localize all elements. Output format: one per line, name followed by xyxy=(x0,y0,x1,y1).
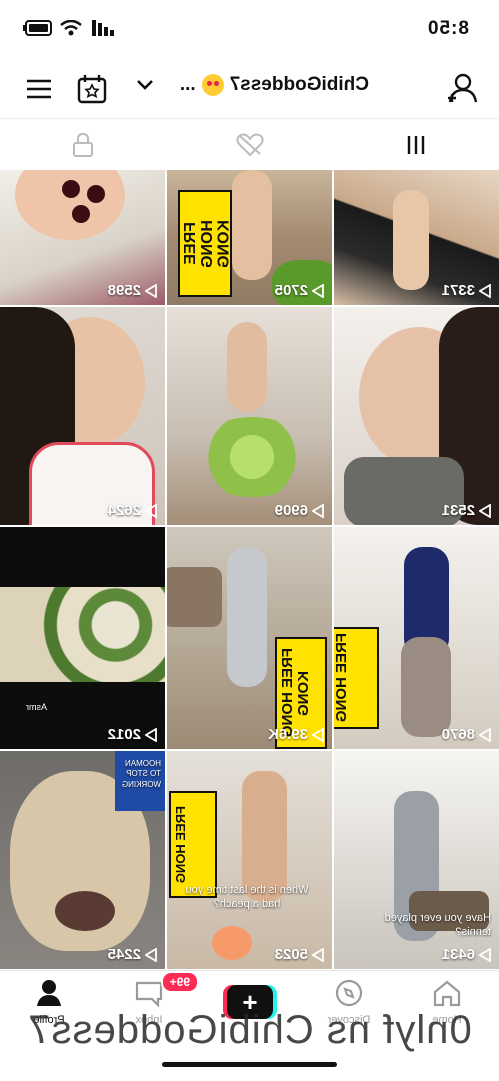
caption-tennis: Have you ever played tennis? xyxy=(384,912,491,939)
heart-icon xyxy=(236,133,264,157)
wifi-icon xyxy=(60,20,82,36)
lock-icon xyxy=(73,132,93,157)
play-icon xyxy=(145,947,157,962)
play-icon xyxy=(479,947,491,962)
play-icon xyxy=(479,283,491,298)
status-icons xyxy=(22,20,114,36)
home-icon xyxy=(433,980,461,1007)
view-count: 2245 xyxy=(108,946,157,963)
status-bar: 8:50 xyxy=(0,0,499,60)
view-count: 2598 xyxy=(108,282,157,299)
video-thumb[interactable]: FREE HONG 8670 xyxy=(334,527,499,749)
video-thumb[interactable]: Asmr 2012 xyxy=(0,527,165,749)
username-ellipsis: ... xyxy=(179,74,196,95)
view-count: 2705 xyxy=(275,282,324,299)
video-thumb[interactable]: 6909 xyxy=(167,307,332,525)
play-icon xyxy=(312,283,324,298)
play-icon xyxy=(312,503,324,518)
inbox-badge: 99+ xyxy=(160,971,199,993)
caption-asmr: Asmr xyxy=(26,702,47,712)
grid-icon xyxy=(407,136,425,154)
tab-liked[interactable] xyxy=(167,119,333,171)
profile-icon xyxy=(37,980,61,1006)
compass-icon xyxy=(335,979,363,1007)
play-icon xyxy=(479,503,491,518)
username-dropdown[interactable]: ChibiGoddess7 ... xyxy=(180,74,369,96)
play-icon xyxy=(145,283,157,298)
protest-sign: FREE HONG xyxy=(334,627,379,729)
menu-icon[interactable] xyxy=(25,78,53,105)
video-thumb[interactable]: 2531 xyxy=(334,307,499,525)
play-icon xyxy=(479,727,491,742)
battery-icon xyxy=(23,20,52,36)
heart-eyes-emoji-icon xyxy=(201,74,224,96)
video-thumb[interactable]: FREE HONG KONG 39.6K xyxy=(167,527,332,749)
home-indicator[interactable] xyxy=(162,1062,337,1067)
view-count: 2012 xyxy=(108,726,157,743)
caption-peach: When is the last time you had a peach? xyxy=(185,884,309,911)
video-grid: 3371 FREE HONG KONG 2705 2598 2531 6909 … xyxy=(0,170,499,969)
tab-private[interactable] xyxy=(0,119,166,171)
view-count: 5023 xyxy=(275,946,324,963)
view-count: 6431 xyxy=(442,946,491,963)
view-count: 39.6K xyxy=(268,726,324,743)
video-thumb[interactable]: Have you ever played tennis? 6431 xyxy=(334,751,499,969)
calendar-star-icon[interactable] xyxy=(77,74,107,109)
play-icon xyxy=(145,727,157,742)
video-thumb[interactable]: 2598 xyxy=(0,170,165,305)
view-count: 2624 xyxy=(108,502,157,519)
watermark-text: 0nlyf ns ChibiGoddess7 xyxy=(27,1008,472,1052)
view-count: 2531 xyxy=(442,502,491,519)
view-count: 6909 xyxy=(275,502,324,519)
view-count: 8670 xyxy=(442,726,491,743)
signal-icon xyxy=(92,20,114,36)
video-thumb[interactable]: FREE HONG KONG 2705 xyxy=(167,170,332,305)
video-thumb[interactable]: HOOMAN TO STOP WORKING 2245 xyxy=(0,751,165,969)
profile-tabs xyxy=(0,118,499,172)
video-thumb[interactable]: 2624 xyxy=(0,307,165,525)
caption-hooman: HOOMAN TO STOP WORKING xyxy=(121,759,161,789)
play-icon xyxy=(312,947,324,962)
video-thumb[interactable]: FREE HONG When is the last time you had … xyxy=(167,751,332,969)
protest-sign: FREE HONG KONG xyxy=(178,190,233,297)
protest-sign: FREE HONG xyxy=(169,791,217,898)
view-count: 3371 xyxy=(442,282,491,299)
status-time: 8:50 xyxy=(426,18,469,39)
username: ChibiGoddess7 xyxy=(229,74,369,95)
video-thumb[interactable]: 3371 xyxy=(334,170,499,305)
play-icon xyxy=(145,503,157,518)
play-icon xyxy=(312,727,324,742)
inbox-icon xyxy=(135,981,163,1008)
profile-header: ChibiGoddess7 ... xyxy=(0,60,499,118)
add-friend-icon[interactable] xyxy=(445,73,479,108)
chevron-down-icon[interactable] xyxy=(136,78,154,97)
tab-videos[interactable] xyxy=(333,119,499,171)
